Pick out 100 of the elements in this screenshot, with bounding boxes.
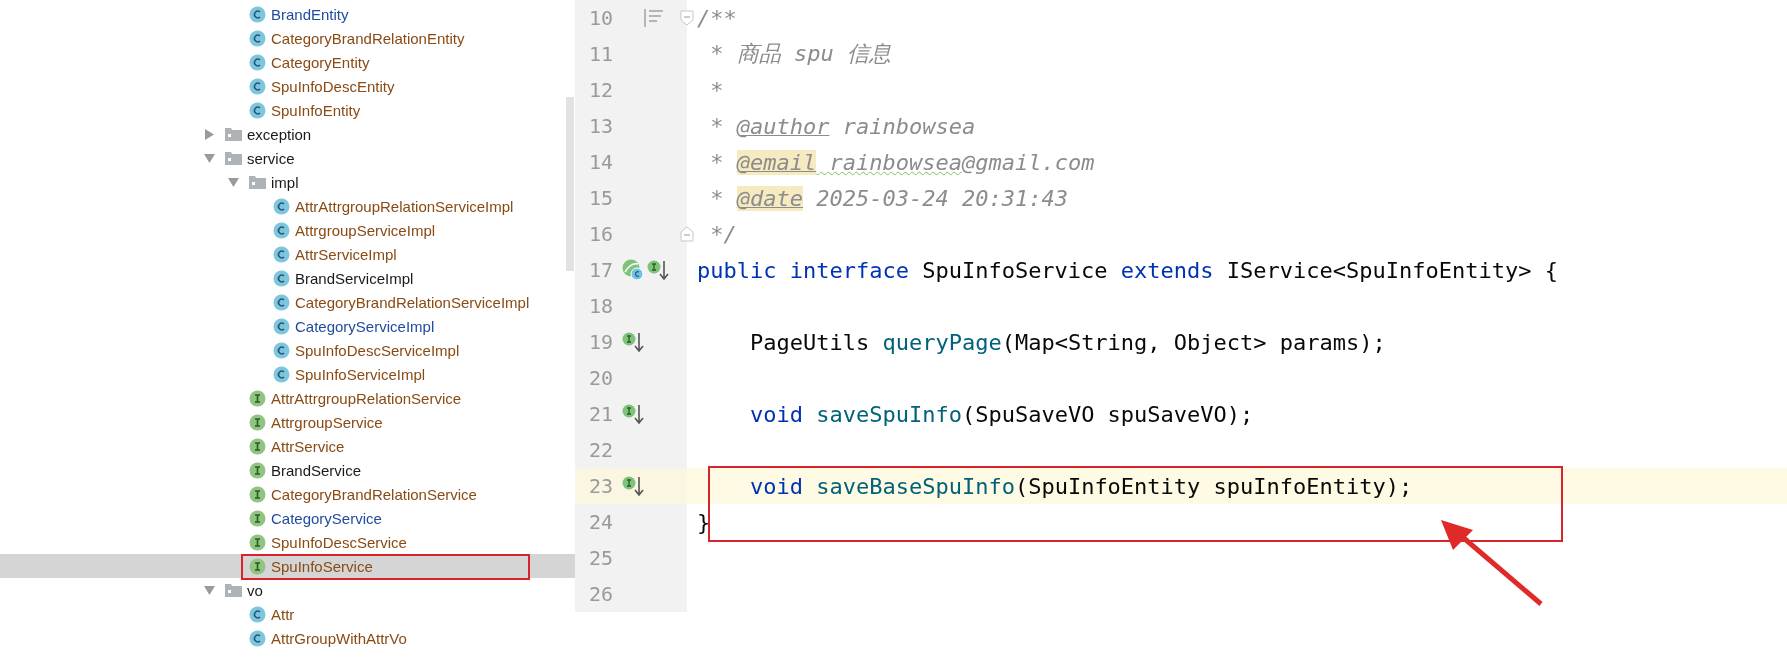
tree-item[interactable]: vo — [0, 578, 575, 602]
line-number: 21 — [587, 402, 613, 426]
code-line: /** — [697, 5, 737, 31]
tree-item[interactable]: CategoryBrandRelationService — [0, 482, 575, 506]
tree-item-label: AttrServiceImpl — [295, 245, 397, 263]
tree-item[interactable]: SpuInfoServiceImpl — [0, 362, 575, 386]
code-line: public interface SpuInfoService extends IService<SpuInfoEntity> { — [697, 257, 1558, 283]
expanded-arrow-icon[interactable] — [227, 175, 240, 189]
tree-item-label: AttrgroupServiceImpl — [295, 221, 436, 239]
tree-item-label: BrandServiceImpl — [295, 269, 414, 287]
line-number: 22 — [587, 438, 613, 462]
tree-item-label: AttrAttrgroupRelationServiceImpl — [295, 197, 514, 215]
class-icon — [249, 101, 266, 119]
line-number: 10 — [587, 6, 613, 30]
tree-item[interactable]: CategoryServiceImpl — [0, 314, 575, 338]
line-number: 24 — [587, 510, 613, 534]
class-icon — [249, 77, 266, 95]
implemented-icon[interactable] — [622, 475, 644, 497]
implemented-icon[interactable] — [622, 403, 644, 425]
tree-item[interactable]: impl — [0, 170, 575, 194]
tree-item[interactable]: SpuInfoDescService — [0, 530, 575, 554]
tree-item[interactable]: CategoryBrandRelationServiceImpl — [0, 290, 575, 314]
tree-item[interactable]: BrandService — [0, 458, 575, 482]
tree-item-label: vo — [247, 581, 263, 599]
tree-item-label: Attr — [271, 605, 295, 623]
interface-icon — [249, 533, 266, 551]
tree-item[interactable]: BrandServiceImpl — [0, 266, 575, 290]
line-number: 18 — [587, 294, 613, 318]
lines-icon[interactable] — [644, 9, 664, 27]
line-number: 26 — [587, 582, 613, 606]
expanded-arrow-icon[interactable] — [203, 583, 216, 597]
tree-item-label: SpuInfoDescEntity — [271, 77, 395, 95]
code-line: void saveSpuInfo(SpuSaveVO spuSaveVO); — [748, 401, 1254, 427]
line-number: 11 — [587, 42, 613, 66]
class-icon — [273, 245, 290, 263]
tree-item-label: exception — [247, 125, 312, 143]
line-number: 19 — [587, 330, 613, 354]
implemented-icon[interactable] — [622, 331, 644, 353]
folder-icon — [225, 151, 242, 165]
interface-icon — [249, 413, 266, 431]
tree-item-label: service — [247, 149, 295, 167]
tree-item[interactable]: SpuInfoService — [0, 554, 575, 578]
collapsed-arrow-icon[interactable] — [203, 127, 216, 141]
code-line: PageUtils queryPage(Map<String, Object> params); — [748, 329, 1386, 355]
code-line: void saveBaseSpuInfo(SpuInfoEntity spuInfoEntity); — [748, 473, 1413, 499]
bean-icon[interactable] — [622, 259, 644, 281]
tree-item[interactable]: AttrService — [0, 434, 575, 458]
class-icon — [249, 29, 266, 47]
scrollbar[interactable] — [566, 97, 574, 271]
tree-item-label: AttrGroupWithAttrVo — [271, 629, 407, 647]
tree-item[interactable]: AttrGroupWithAttrVo — [0, 626, 575, 650]
tree-item[interactable]: service — [0, 146, 575, 170]
tree-item[interactable]: exception — [0, 122, 575, 146]
implemented-icon[interactable] — [647, 259, 669, 281]
class-icon — [273, 197, 290, 215]
class-icon — [249, 5, 266, 23]
tree-item-label: CategoryBrandRelationServiceImpl — [295, 293, 530, 311]
tree-item-label: SpuInfoDescService — [271, 533, 407, 551]
tree-item[interactable]: CategoryService — [0, 506, 575, 530]
line-number: 15 — [587, 186, 613, 210]
line-number: 12 — [587, 78, 613, 102]
tree-item-label: CategoryServiceImpl — [295, 317, 435, 335]
tree-item-label: impl — [271, 173, 299, 191]
tree-item[interactable]: SpuInfoDescEntity — [0, 74, 575, 98]
tree-item[interactable]: CategoryBrandRelationEntity — [0, 26, 575, 50]
tree-item-label: SpuInfoService — [271, 557, 373, 575]
tree-item-label: AttrgroupService — [271, 413, 383, 431]
tree-item[interactable]: CategoryEntity — [0, 50, 575, 74]
tree-item[interactable]: AttrAttrgroupRelationServiceImpl — [0, 194, 575, 218]
tree-item-label: CategoryEntity — [271, 53, 370, 71]
fold-icon[interactable] — [680, 226, 694, 242]
class-icon — [273, 269, 290, 287]
fold-icon[interactable] — [680, 10, 694, 26]
tree-item[interactable]: AttrServiceImpl — [0, 242, 575, 266]
tree-item-label: BrandService — [271, 461, 362, 479]
class-icon — [249, 629, 266, 647]
code-line: * @author rainbowsea — [709, 113, 976, 139]
line-number: 20 — [587, 366, 613, 390]
class-icon — [273, 341, 290, 359]
tree-item[interactable]: AttrgroupService — [0, 410, 575, 434]
expanded-arrow-icon[interactable] — [203, 151, 216, 165]
interface-icon — [249, 557, 266, 575]
interface-icon — [249, 389, 266, 407]
folder-icon — [225, 127, 242, 141]
code-line: */ — [709, 221, 737, 247]
tree-item-label: AttrAttrgroupRelationService — [271, 389, 462, 407]
tree-item[interactable]: SpuInfoDescServiceImpl — [0, 338, 575, 362]
line-number: 13 — [587, 114, 613, 138]
tree-item[interactable]: AttrgroupServiceImpl — [0, 218, 575, 242]
tree-item[interactable]: AttrAttrgroupRelationService — [0, 386, 575, 410]
line-number: 25 — [587, 546, 613, 570]
tree-item-label: SpuInfoDescServiceImpl — [295, 341, 460, 359]
class-icon — [273, 317, 290, 335]
line-number: 14 — [587, 150, 613, 174]
tree-item[interactable]: SpuInfoEntity — [0, 98, 575, 122]
tree-item[interactable]: BrandEntity — [0, 2, 575, 26]
tree-item-label: CategoryBrandRelationService — [271, 485, 477, 503]
class-icon — [273, 365, 290, 383]
tree-item-label: CategoryBrandRelationEntity — [271, 29, 465, 47]
tree-item[interactable]: Attr — [0, 602, 575, 626]
